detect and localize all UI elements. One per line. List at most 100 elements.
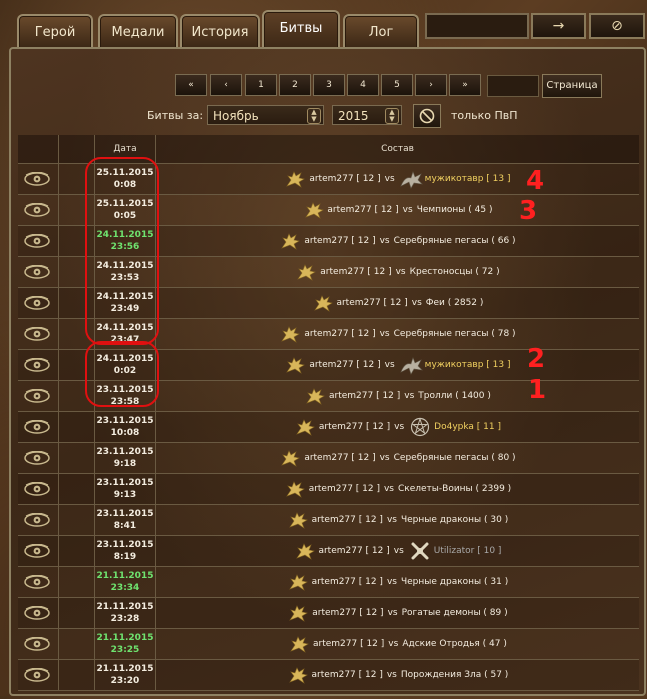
vs-label: vs xyxy=(394,422,405,432)
vs-label: vs xyxy=(386,515,397,525)
player-name[interactable]: artem277 [ 12 ] xyxy=(312,608,383,618)
griffin-icon xyxy=(279,230,301,252)
pager-page-5[interactable]: 5 xyxy=(381,74,413,96)
top-input[interactable] xyxy=(425,13,529,39)
player-name[interactable]: artem277 [ 12 ] xyxy=(304,236,375,246)
year-spinner-icon[interactable]: ▲ ▼ xyxy=(385,108,399,124)
opponent-name[interactable]: Do4ypka [ 11 ] xyxy=(434,422,501,432)
tab-history[interactable]: История xyxy=(180,14,260,48)
battle-composition: artem277 [ 12 ] vs Крестоносцы ( 72 ) xyxy=(156,257,639,287)
battle-composition: artem277 [ 12 ] vs Utilizator [ 10 ] xyxy=(156,536,639,566)
opponent-name[interactable]: Серебряные пегасы ( 80 ) xyxy=(394,453,516,463)
vs-label: vs xyxy=(404,391,415,401)
bones-icon xyxy=(408,540,432,562)
pager-page-3[interactable]: 3 xyxy=(313,74,345,96)
pager-page-1[interactable]: 1 xyxy=(245,74,277,96)
vs-label: vs xyxy=(402,205,413,215)
month-select[interactable]: Ноябрь ▲ ▼ xyxy=(207,105,324,125)
opponent-name[interactable]: Порождения Зла ( 57 ) xyxy=(401,670,508,680)
year-select[interactable]: 2015 ▲ ▼ xyxy=(332,105,402,125)
annotation-number: 1 xyxy=(528,375,547,405)
player-name[interactable]: artem277 [ 12 ] xyxy=(327,205,398,215)
battle-date-day: 21.11.2015 xyxy=(96,571,154,581)
opponent-name[interactable]: Скелеты-Воины ( 2399 ) xyxy=(398,484,511,494)
battle-date: 23.11.2015 8:19 xyxy=(95,539,155,563)
opponent-name[interactable]: Крестоносцы ( 72 ) xyxy=(410,267,500,277)
battle-composition: artem277 [ 12 ] vs Порождения Зла ( 57 ) xyxy=(156,660,639,690)
vs-label: vs xyxy=(383,484,394,494)
vs-label: vs xyxy=(387,608,398,618)
battle-composition: artem277 [ 12 ] vs Do4ypka [ 11 ] xyxy=(156,412,639,442)
opponent-name[interactable]: Рогатые демоны ( 89 ) xyxy=(402,608,508,618)
opponent-name[interactable]: Серебряные пегасы ( 66 ) xyxy=(394,236,516,246)
ban-button[interactable]: ⊘ xyxy=(589,13,645,39)
battle-composition: artem277 [ 12 ] vs Тролли ( 1400 ) xyxy=(156,381,639,411)
player-name[interactable]: artem277 [ 12 ] xyxy=(309,360,380,370)
player-name[interactable]: artem277 [ 12 ] xyxy=(312,577,383,587)
pager-next[interactable]: › xyxy=(415,74,447,96)
battle-date-time: 23:25 xyxy=(110,645,140,655)
pager-first[interactable]: « xyxy=(175,74,207,96)
player-name[interactable]: artem277 [ 12 ] xyxy=(304,329,375,339)
opponent-name[interactable]: мужикотавр [ 13 ] xyxy=(425,360,511,370)
pager-prev[interactable]: ‹ xyxy=(210,74,242,96)
tab-medals[interactable]: Медали xyxy=(98,14,178,48)
tab-battles[interactable]: Битвы xyxy=(262,10,340,50)
player-name[interactable]: artem277 [ 12 ] xyxy=(304,453,375,463)
pager-last[interactable]: » xyxy=(449,74,481,96)
griffin-icon xyxy=(284,354,306,376)
player-name[interactable]: artem277 [ 12 ] xyxy=(336,298,407,308)
player-name[interactable]: artem277 [ 12 ] xyxy=(329,391,400,401)
opponent-name[interactable]: Чемпионы ( 45 ) xyxy=(417,205,493,215)
player-name[interactable]: artem277 [ 12 ] xyxy=(313,639,384,649)
table-row: 23.11.2015 9:18 artem277 [ 12 ] vs Серебрян… xyxy=(18,443,639,474)
vs-label: vs xyxy=(411,298,422,308)
pvp-toggle-button[interactable] xyxy=(413,104,441,128)
battle-date-time: 9:13 xyxy=(113,490,137,500)
player-name[interactable]: artem277 [ 12 ] xyxy=(318,546,389,556)
header-composition: Состав xyxy=(381,144,414,154)
tab-log[interactable]: Лог xyxy=(343,14,419,48)
griffin-icon xyxy=(287,509,309,531)
page-go-button[interactable]: Страница xyxy=(542,74,602,98)
dragon-icon xyxy=(399,168,423,190)
opponent-name[interactable]: Utilizator [ 10 ] xyxy=(434,546,502,556)
battle-date: 21.11.2015 23:34 xyxy=(95,570,155,594)
opponent-name[interactable]: Феи ( 2852 ) xyxy=(426,298,484,308)
pager-page-2[interactable]: 2 xyxy=(279,74,311,96)
battle-date-day: 21.11.2015 xyxy=(96,602,154,612)
vs-label: vs xyxy=(386,670,397,680)
month-value: Ноябрь xyxy=(213,109,259,123)
opponent-name[interactable]: Тролли ( 1400 ) xyxy=(418,391,491,401)
arrow-right-button[interactable]: → xyxy=(531,13,586,39)
player-name[interactable]: artem277 [ 12 ] xyxy=(319,422,390,432)
tab-hero[interactable]: Герой xyxy=(17,14,93,48)
player-name[interactable]: artem277 [ 12 ] xyxy=(320,267,391,277)
opponent-name[interactable]: Черные драконы ( 31 ) xyxy=(401,577,508,587)
griffin-icon xyxy=(279,323,301,345)
griffin-icon xyxy=(284,478,306,500)
table-row: 23.11.2015 8:41 artem277 [ 12 ] vs Черные д… xyxy=(18,505,639,536)
opponent-name[interactable]: мужикотавр [ 13 ] xyxy=(425,174,511,184)
pager-page-4[interactable]: 4 xyxy=(347,74,379,96)
battle-date-day: 23.11.2015 xyxy=(96,416,154,426)
player-name[interactable]: artem277 [ 12 ] xyxy=(312,670,383,680)
battle-date-day: 23.11.2015 xyxy=(96,447,154,457)
battle-composition: artem277 [ 12 ] vs Чемпионы ( 45 ) xyxy=(156,195,639,225)
battle-composition: artem277 [ 12 ] vs Серебряные пегасы ( 78 … xyxy=(156,319,639,349)
vs-label: vs xyxy=(379,236,390,246)
annotation-number: 4 xyxy=(526,166,545,196)
opponent-name[interactable]: Черные драконы ( 30 ) xyxy=(401,515,508,525)
battle-date-time: 9:18 xyxy=(113,459,137,469)
month-spinner-icon[interactable]: ▲ ▼ xyxy=(307,108,321,124)
opponent-name[interactable]: Адские Отродья ( 47 ) xyxy=(402,639,507,649)
player-name[interactable]: artem277 [ 12 ] xyxy=(312,515,383,525)
battle-composition: artem277 [ 12 ] vs Серебряные пегасы ( 66 … xyxy=(156,226,639,256)
griffin-icon xyxy=(287,571,309,593)
player-name[interactable]: artem277 [ 12 ] xyxy=(309,484,380,494)
opponent-name[interactable]: Серебряные пегасы ( 78 ) xyxy=(394,329,516,339)
page-number-input[interactable] xyxy=(487,75,539,97)
pvp-only-label: только ПвП xyxy=(451,109,518,122)
battle-date-time: 23:28 xyxy=(110,614,140,624)
player-name[interactable]: artem277 [ 12 ] xyxy=(309,174,380,184)
